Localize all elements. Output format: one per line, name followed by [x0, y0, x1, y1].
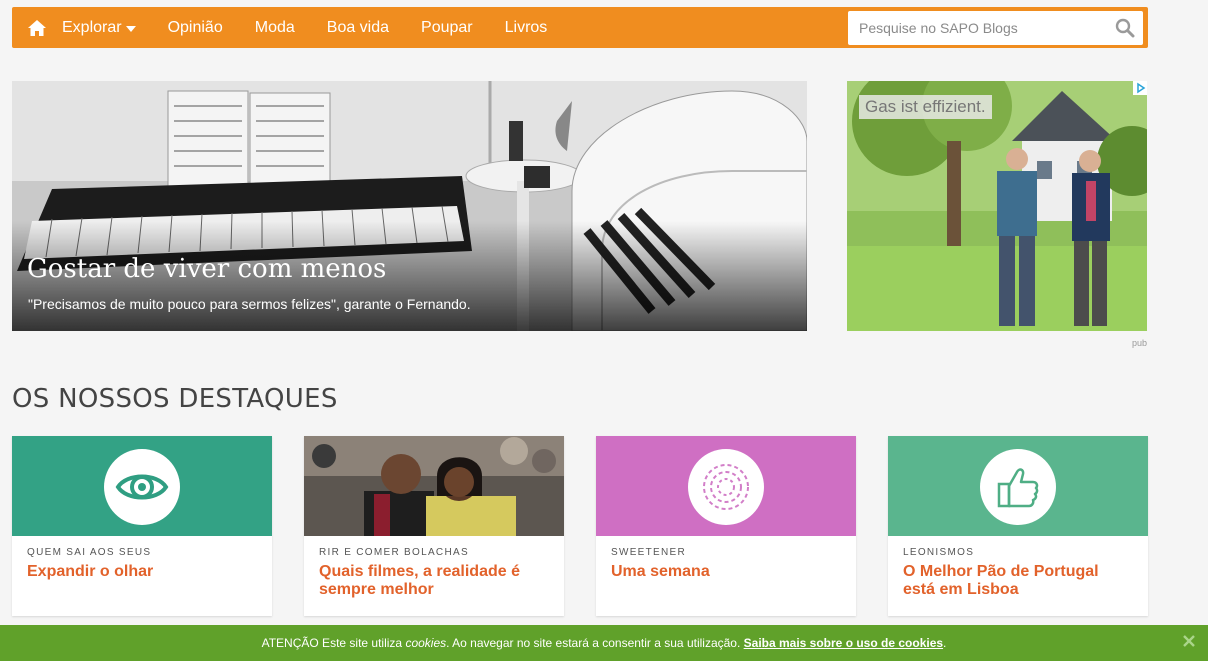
nav-item-label: Poupar [421, 18, 473, 36]
nav-item-boa-vida[interactable]: Boa vida [327, 19, 389, 37]
card-header [596, 436, 856, 536]
card-header [888, 436, 1148, 536]
adchoices-icon[interactable] [1133, 81, 1147, 95]
ad-headline: Gas ist effizient. [859, 95, 992, 119]
nav-item-label: Opinião [167, 18, 223, 36]
cookie-notice-bar: ATENÇÃO Este site utiliza cookies. Ao na… [0, 625, 1208, 661]
nav-item-opiniao[interactable]: Opinião [168, 19, 223, 37]
cookie-more-info-link[interactable]: Saiba mais sobre o uso de cookies [744, 636, 943, 650]
cookie-text-suffix: . [943, 636, 947, 650]
card-category[interactable]: SWEETENER [611, 547, 686, 558]
hero-title[interactable]: Gostar de viver com menos [27, 254, 386, 284]
search-icon[interactable] [1115, 18, 1135, 38]
hero-feature[interactable]: Gostar de viver com menos "Precisamos de… [12, 81, 807, 331]
top-nav-bar: Explorar Opinião Moda Boa vida Poupar Li… [12, 7, 1148, 48]
card-category[interactable]: RIR E COMER BOLACHAS [319, 547, 469, 558]
card-title[interactable]: Expandir o olhar [27, 563, 257, 581]
card-icon-circle [104, 449, 180, 525]
cookie-text-middle: . Ao navegar no site estará a consentir … [446, 636, 744, 650]
hero-subtitle: "Precisamos de muito pouco para sermos f… [28, 296, 471, 312]
nav-item-label: Moda [254, 18, 295, 36]
nav-item-livros[interactable]: Livros [505, 19, 548, 37]
nav-item-label: Livros [504, 18, 548, 36]
cookie-text-italic: cookies [405, 636, 447, 650]
ad-pub-label: pub [1132, 338, 1148, 348]
search-box [848, 10, 1143, 45]
highlight-card[interactable]: LEONISMOS O Melhor Pão de Portugal está … [888, 436, 1148, 616]
nav-item-label: Explorar [62, 18, 122, 36]
swirl-icon [703, 464, 749, 510]
eye-icon [115, 474, 169, 500]
highlight-card[interactable]: QUEM SAI AOS SEUS Expandir o olhar [12, 436, 272, 616]
home-icon [28, 19, 46, 36]
card-photo [304, 436, 564, 536]
highlight-card[interactable]: RIR E COMER BOLACHAS Quais filmes, a rea… [304, 436, 564, 616]
section-heading: OS NOSSOS DESTAQUES [12, 384, 338, 414]
card-header [304, 436, 564, 536]
nav-item-explorar[interactable]: Explorar [62, 19, 136, 37]
card-header [12, 436, 272, 536]
thumbs-up-icon [997, 468, 1039, 508]
home-button[interactable] [12, 7, 62, 48]
card-title[interactable]: Uma semana [611, 563, 841, 581]
search-input[interactable] [848, 10, 1143, 45]
card-title[interactable]: O Melhor Pão de Portugal está em Lisboa [903, 563, 1133, 599]
cookie-text-prefix: ATENÇÃO Este site utiliza [261, 636, 406, 650]
card-category[interactable]: LEONISMOS [903, 547, 974, 558]
card-title[interactable]: Quais filmes, a realidade é sempre melho… [319, 563, 549, 599]
nav-item-moda[interactable]: Moda [255, 19, 295, 37]
nav-item-poupar[interactable]: Poupar [421, 19, 473, 37]
caret-down-icon [125, 25, 136, 32]
card-category[interactable]: QUEM SAI AOS SEUS [27, 547, 151, 558]
ad-banner[interactable]: Gas ist effizient. [847, 81, 1147, 331]
close-icon[interactable] [1182, 634, 1196, 648]
card-icon-circle [980, 449, 1056, 525]
nav-item-label: Boa vida [326, 18, 390, 36]
card-icon-circle [688, 449, 764, 525]
highlight-card[interactable]: SWEETENER Uma semana [596, 436, 856, 616]
